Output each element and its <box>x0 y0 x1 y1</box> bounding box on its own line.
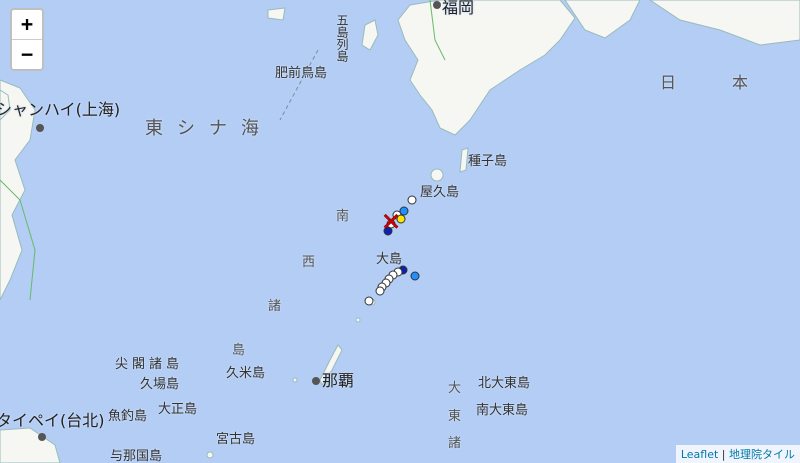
boundary-line <box>279 49 319 121</box>
label-uotsuri: 魚釣島 <box>108 409 148 424</box>
label-daito-1: 大 <box>448 381 462 396</box>
quake-marker[interactable] <box>407 195 417 205</box>
epicenter-marker[interactable]: ✕ <box>381 208 402 237</box>
shikoku-landmass <box>564 0 641 39</box>
map-attribution: Leaflet | 地理院タイル <box>675 445 800 463</box>
label-fukuoka: 福岡 <box>442 0 475 17</box>
label-tanegashima: 種子島 <box>468 154 508 169</box>
quake-marker[interactable] <box>364 296 374 306</box>
quake-marker[interactable] <box>410 271 420 281</box>
label-daito-3: 諸 <box>448 436 462 451</box>
label-taisho: 大正島 <box>158 402 198 417</box>
honshu-landmass <box>649 0 800 46</box>
label-goto: 五島列島 <box>335 14 349 62</box>
label-east-china-sea: 東シナ海 <box>145 118 273 139</box>
leaflet-link[interactable]: Leaflet <box>681 448 718 461</box>
label-minamidaito: 南大東島 <box>476 403 529 418</box>
taiwan-landmass <box>0 427 61 463</box>
earthquake-markers: ✕ <box>364 195 420 306</box>
label-nansei-4: 島 <box>232 343 246 358</box>
goto-islands <box>361 19 379 51</box>
map-canvas[interactable]: ✕ 福岡 五島列島 肥前鳥島 シャンハイ(上海) 東シナ海 日 本 種子島 屋久… <box>0 0 800 463</box>
zoom-out-button[interactable]: − <box>12 39 42 69</box>
yakushima <box>430 168 444 182</box>
label-hizen-torishima: 肥前鳥島 <box>275 66 328 81</box>
label-naha: 那覇 <box>322 371 355 390</box>
label-shanghai: シャンハイ(上海) <box>0 100 121 119</box>
label-yonaguni: 与那国島 <box>110 449 163 463</box>
zoom-in-button[interactable]: + <box>12 10 42 39</box>
label-yakushima: 屋久島 <box>420 185 460 200</box>
zoom-control: + − <box>10 8 44 71</box>
attribution-separator: | <box>718 448 729 461</box>
label-nansei-3: 諸 <box>268 299 282 314</box>
label-japan-sea: 日 本 <box>660 73 769 92</box>
label-nansei-2: 西 <box>302 255 316 270</box>
label-oshima: 大島 <box>376 252 403 267</box>
gsi-tile-link[interactable]: 地理院タイル <box>729 448 795 461</box>
label-daito-2: 東 <box>448 409 462 424</box>
label-nansei-1: 南 <box>336 209 350 224</box>
kyushu-landmass <box>397 0 576 136</box>
label-kubashima: 久場島 <box>140 377 180 392</box>
label-kitadaito: 北大東島 <box>478 376 531 391</box>
map-base-layer: ✕ <box>0 0 800 463</box>
label-senkaku: 尖閣諸島 <box>115 357 184 372</box>
tanegashima <box>459 147 469 173</box>
label-miyako: 宮古島 <box>216 432 256 447</box>
label-taipei: タイペイ(台北) <box>0 411 105 430</box>
quake-marker[interactable] <box>375 286 385 296</box>
label-kumejima: 久米島 <box>226 366 266 381</box>
